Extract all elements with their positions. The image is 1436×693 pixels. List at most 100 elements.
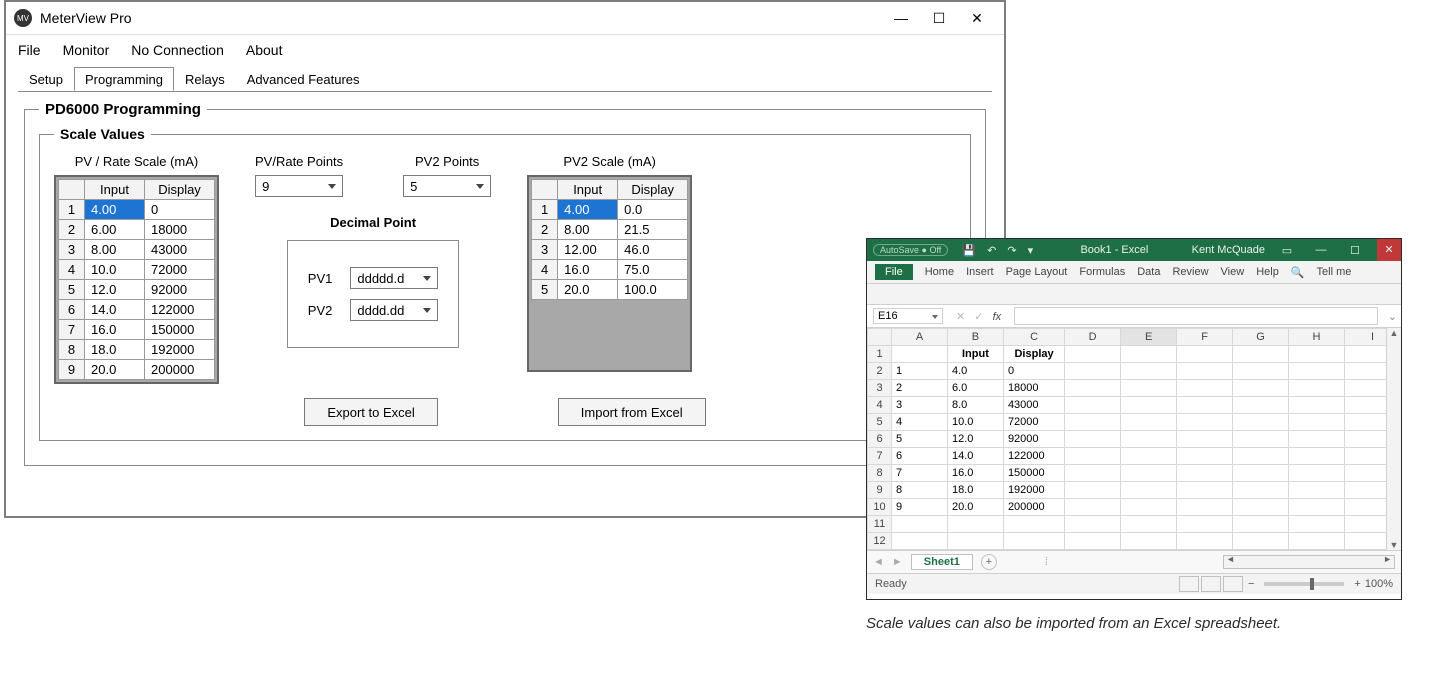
figure-caption: Scale values can also be imported from a… bbox=[866, 614, 1406, 634]
table-row[interactable]: 5410.072000 bbox=[868, 414, 1401, 431]
sheet-tab[interactable]: Sheet1 bbox=[911, 554, 973, 570]
ribbon-tell-me[interactable]: Tell me bbox=[1317, 266, 1352, 278]
undo-icon[interactable]: ↶ bbox=[987, 245, 996, 257]
table-row[interactable]: 214.00 bbox=[868, 363, 1401, 380]
table-row[interactable]: 6512.092000 bbox=[868, 431, 1401, 448]
menu-monitor[interactable]: Monitor bbox=[63, 42, 110, 58]
horizontal-scrollbar[interactable] bbox=[1223, 555, 1395, 569]
ribbon-tab-page-layout[interactable]: Page Layout bbox=[1006, 266, 1068, 278]
new-sheet-button[interactable]: + bbox=[981, 554, 997, 570]
table-row[interactable]: 12 bbox=[868, 533, 1401, 550]
save-icon[interactable]: 💾 bbox=[962, 245, 976, 257]
cancel-icon[interactable]: ✕ bbox=[956, 311, 965, 323]
zoom-slider[interactable] bbox=[1264, 582, 1344, 586]
col-display: Display bbox=[145, 180, 215, 200]
menu-about[interactable]: About bbox=[246, 42, 283, 58]
table-row[interactable]: 14.000.0 bbox=[532, 200, 688, 220]
col-header[interactable]: B bbox=[947, 329, 1003, 346]
menu-file[interactable]: File bbox=[18, 42, 41, 58]
ribbon-tab-view[interactable]: View bbox=[1221, 266, 1245, 278]
ribbon-tab-insert[interactable]: Insert bbox=[966, 266, 994, 278]
table-row[interactable]: 326.018000 bbox=[868, 380, 1401, 397]
table-row[interactable]: 8716.0150000 bbox=[868, 465, 1401, 482]
sheet-nav-last-icon[interactable]: ► bbox=[892, 556, 903, 568]
excel-ribbon-toolbar bbox=[867, 284, 1401, 305]
pv1-decimal-select[interactable]: ddddd.d bbox=[350, 267, 438, 289]
tab-relays[interactable]: Relays bbox=[174, 67, 236, 91]
formula-input[interactable] bbox=[1014, 307, 1378, 325]
formula-expand-icon[interactable]: ⌄ bbox=[1388, 310, 1397, 323]
excel-close-button[interactable]: ✕ bbox=[1377, 239, 1401, 261]
table-row[interactable]: 11 bbox=[868, 516, 1401, 533]
col-header[interactable]: E bbox=[1121, 329, 1177, 346]
pv2-scale-table[interactable]: InputDisplay 14.000.028.0021.5312.0046.0… bbox=[531, 179, 688, 300]
close-button[interactable]: ✕ bbox=[958, 2, 996, 34]
ribbon-tab-file[interactable]: File bbox=[875, 264, 913, 280]
table-row[interactable]: 26.0018000 bbox=[59, 220, 215, 240]
table-row[interactable]: 716.0150000 bbox=[59, 320, 215, 340]
col-header[interactable]: A bbox=[892, 329, 948, 346]
col-header[interactable]: C bbox=[1003, 329, 1064, 346]
excel-maximize-button[interactable]: ☐ bbox=[1343, 244, 1367, 257]
table-row[interactable]: 7614.0122000 bbox=[868, 448, 1401, 465]
view-page-break-icon[interactable] bbox=[1223, 576, 1243, 592]
table-row[interactable]: 520.0100.0 bbox=[532, 280, 688, 300]
autosave-toggle[interactable]: AutoSave ● Off bbox=[873, 244, 948, 256]
table-row[interactable]: 14.000 bbox=[59, 200, 215, 220]
minimize-button[interactable]: — bbox=[882, 2, 920, 34]
redo-icon[interactable]: ↷ bbox=[1007, 245, 1016, 257]
col-header[interactable]: G bbox=[1233, 329, 1289, 346]
table-row[interactable]: 818.0192000 bbox=[59, 340, 215, 360]
menu-no-connection[interactable]: No Connection bbox=[131, 42, 224, 58]
sheet-nav-first-icon[interactable]: ◄ bbox=[873, 556, 884, 568]
table-row[interactable]: 312.0046.0 bbox=[532, 240, 688, 260]
enter-icon[interactable]: ✓ bbox=[974, 311, 983, 323]
col-header[interactable]: H bbox=[1289, 329, 1345, 346]
zoom-in-button[interactable]: + bbox=[1354, 578, 1360, 590]
zoom-out-button[interactable]: − bbox=[1248, 578, 1254, 590]
col-header[interactable]: F bbox=[1177, 329, 1233, 346]
table-row[interactable]: 1InputDisplay bbox=[868, 346, 1401, 363]
col-header[interactable]: D bbox=[1065, 329, 1121, 346]
maximize-button[interactable]: ☐ bbox=[920, 2, 958, 34]
excel-window: AutoSave ● Off 💾 ↶ ↷ ▾ Book1 - Excel Ken… bbox=[866, 238, 1402, 600]
table-row[interactable]: 512.092000 bbox=[59, 280, 215, 300]
name-box[interactable]: E16 bbox=[873, 308, 943, 324]
pv2-decimal-select[interactable]: dddd.dd bbox=[350, 299, 438, 321]
table-row[interactable]: 438.043000 bbox=[868, 397, 1401, 414]
table-row[interactable]: 38.0043000 bbox=[59, 240, 215, 260]
table-row[interactable]: 9818.0192000 bbox=[868, 482, 1401, 499]
excel-minimize-button[interactable]: — bbox=[1309, 244, 1333, 256]
excel-user: Kent McQuade bbox=[1192, 244, 1265, 256]
export-to-excel-button[interactable]: Export to Excel bbox=[304, 398, 437, 426]
ribbon-options-icon[interactable]: ▭ bbox=[1275, 244, 1299, 257]
table-row[interactable]: 920.0200000 bbox=[59, 360, 215, 380]
tab-programming[interactable]: Programming bbox=[74, 67, 174, 91]
ribbon-tab-data[interactable]: Data bbox=[1137, 266, 1160, 278]
ribbon-tab-help[interactable]: Help bbox=[1256, 266, 1279, 278]
table-row[interactable]: 614.0122000 bbox=[59, 300, 215, 320]
table-row[interactable]: 28.0021.5 bbox=[532, 220, 688, 240]
import-from-excel-button[interactable]: Import from Excel bbox=[558, 398, 706, 426]
table-row[interactable]: 10920.0200000 bbox=[868, 499, 1401, 516]
tab-setup[interactable]: Setup bbox=[18, 67, 74, 91]
vertical-scrollbar[interactable]: ▲▼ bbox=[1386, 328, 1401, 550]
ribbon-tab-review[interactable]: Review bbox=[1172, 266, 1208, 278]
tab-advanced-features[interactable]: Advanced Features bbox=[236, 67, 371, 91]
col-display: Display bbox=[618, 180, 688, 200]
ribbon-tab-formulas[interactable]: Formulas bbox=[1079, 266, 1125, 278]
excel-titlebar: AutoSave ● Off 💾 ↶ ↷ ▾ Book1 - Excel Ken… bbox=[867, 239, 1401, 261]
table-row[interactable]: 410.072000 bbox=[59, 260, 215, 280]
ribbon-tab-home[interactable]: Home bbox=[925, 266, 954, 278]
fx-icon[interactable]: fx bbox=[993, 311, 1002, 323]
search-icon[interactable]: 🔍 bbox=[1291, 266, 1305, 279]
pv2-points-select[interactable]: 5 bbox=[403, 175, 491, 197]
view-normal-icon[interactable] bbox=[1179, 576, 1199, 592]
view-page-layout-icon[interactable] bbox=[1201, 576, 1221, 592]
pv-rate-scale-table[interactable]: InputDisplay 14.00026.001800038.00430004… bbox=[58, 179, 215, 380]
pv-rate-points-label: PV/Rate Points bbox=[255, 154, 343, 169]
pv2-scale-column: PV2 Scale (mA) InputDisplay 14.000.028.0… bbox=[527, 154, 692, 372]
pv-rate-points-select[interactable]: 9 bbox=[255, 175, 343, 197]
excel-grid[interactable]: ABCDEFGHI1InputDisplay214.00326.01800043… bbox=[867, 328, 1401, 550]
table-row[interactable]: 416.075.0 bbox=[532, 260, 688, 280]
